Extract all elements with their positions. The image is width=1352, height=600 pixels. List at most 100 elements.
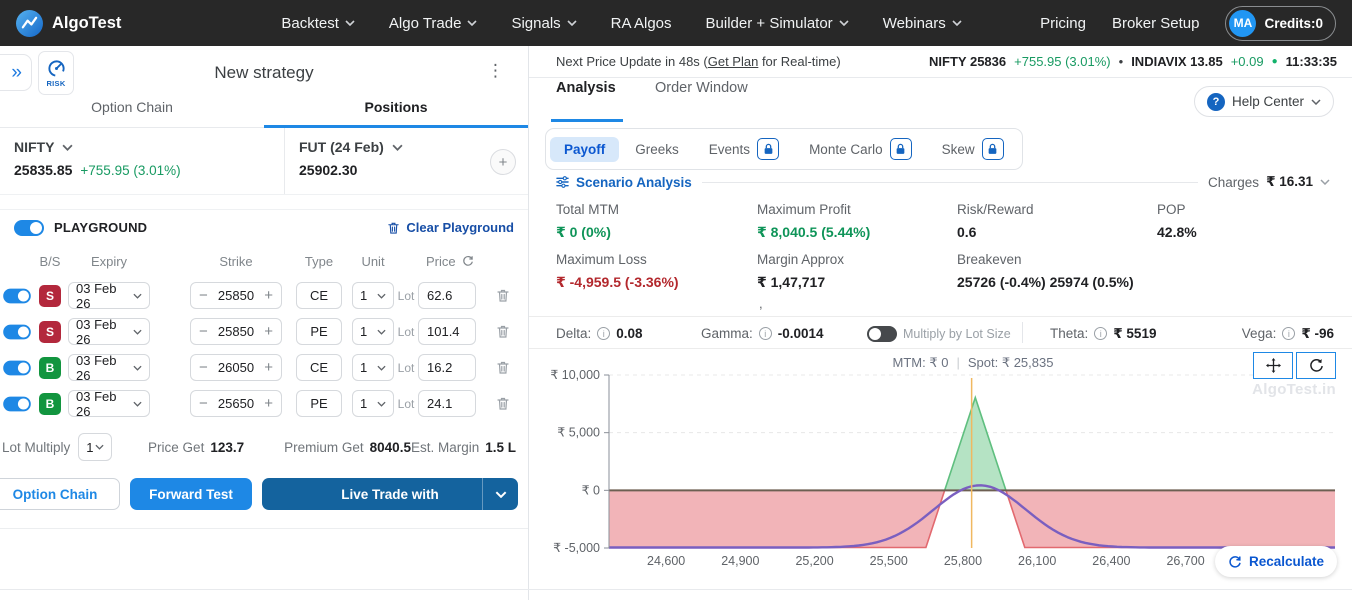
- info-icon[interactable]: i: [1094, 327, 1107, 340]
- get-plan-link[interactable]: Get Plan: [708, 54, 759, 69]
- subtab-events[interactable]: Events: [695, 133, 793, 165]
- charges-dropdown[interactable]: Charges ₹ 16.31: [1208, 174, 1330, 190]
- avatar: MA: [1229, 10, 1256, 37]
- strike-plus-button[interactable]: +: [264, 287, 273, 304]
- expiry-select[interactable]: 03 Feb 26: [68, 390, 150, 417]
- strike-plus-button[interactable]: +: [264, 323, 273, 340]
- price-input[interactable]: 24.1: [418, 390, 476, 417]
- delete-row-button[interactable]: [488, 396, 518, 411]
- tab-option-chain[interactable]: Option Chain: [0, 99, 264, 127]
- strategy-summary: Lot Multiply 1 Price Get123.7 Premium Ge…: [0, 433, 528, 461]
- lot-multiply-select[interactable]: 1: [78, 433, 112, 461]
- scenario-stats: Total MTM₹ 0 (0%) Maximum Profit₹ 8,040.…: [556, 202, 1352, 302]
- svg-text:26,700: 26,700: [1166, 554, 1204, 568]
- help-center-button[interactable]: ? Help Center: [1194, 86, 1334, 117]
- unit-select[interactable]: 1: [352, 318, 394, 345]
- forward-test-button[interactable]: Forward Test: [130, 478, 252, 510]
- subtab-skew[interactable]: Skew: [928, 133, 1018, 165]
- nav-item-label: Backtest: [281, 15, 339, 32]
- delete-row-button[interactable]: [488, 288, 518, 303]
- strike-plus-button[interactable]: +: [264, 359, 273, 376]
- subtab-monte-carlo[interactable]: Monte Carlo: [795, 133, 926, 165]
- chart-controls: [1253, 352, 1336, 379]
- strike-minus-button[interactable]: −: [199, 359, 208, 376]
- stat-pop: POP42.8%: [1157, 202, 1352, 252]
- kebab-menu-icon[interactable]: ⋮: [487, 61, 504, 81]
- svg-text:25,800: 25,800: [944, 554, 982, 568]
- collapse-panel-button[interactable]: »: [0, 54, 32, 91]
- position-toggle[interactable]: [3, 360, 31, 375]
- tab-order-window[interactable]: Order Window: [655, 80, 748, 96]
- delete-row-button[interactable]: [488, 324, 518, 339]
- side-badge[interactable]: S: [39, 321, 61, 343]
- chevron-down-icon: [495, 491, 507, 498]
- info-icon[interactable]: i: [759, 327, 772, 340]
- nav-item-builder-simulator[interactable]: Builder + Simulator: [706, 15, 849, 32]
- expiry-select[interactable]: 03 Feb 26: [68, 354, 150, 381]
- sliders-icon: [556, 176, 569, 188]
- price-input[interactable]: 62.6: [418, 282, 476, 309]
- clear-playground-button[interactable]: Clear Playground: [387, 220, 514, 235]
- option-chain-button[interactable]: Option Chain: [0, 478, 120, 510]
- multiply-lot-size-toggle[interactable]: [867, 326, 897, 342]
- option-type-button[interactable]: CE: [296, 282, 342, 309]
- credits-pill[interactable]: MA Credits:0: [1225, 6, 1336, 41]
- recalculate-button[interactable]: Recalculate: [1215, 546, 1337, 577]
- strike-plus-button[interactable]: +: [264, 395, 273, 412]
- playground-toggle[interactable]: [14, 220, 44, 236]
- reset-zoom-button[interactable]: [1296, 352, 1336, 379]
- live-trade-dropdown-button[interactable]: [482, 478, 518, 510]
- col-expiry: Expiry: [68, 254, 150, 269]
- nav-item-signals[interactable]: Signals: [511, 15, 576, 32]
- strike-minus-button[interactable]: −: [199, 287, 208, 304]
- position-toggle[interactable]: [3, 324, 31, 339]
- symbol-selector[interactable]: NIFTY: [14, 139, 284, 155]
- delete-row-button[interactable]: [488, 360, 518, 375]
- pan-button[interactable]: [1253, 352, 1293, 379]
- subtab-payoff[interactable]: Payoff: [550, 137, 619, 162]
- svg-text:25,500: 25,500: [870, 554, 908, 568]
- nav-item-backtest[interactable]: Backtest: [281, 15, 355, 32]
- live-trade-button[interactable]: Live Trade with: [262, 478, 518, 510]
- risk-button[interactable]: RISK: [38, 51, 74, 95]
- nav-item-algo-trade[interactable]: Algo Trade: [389, 15, 478, 32]
- unit-select[interactable]: 1: [352, 390, 394, 417]
- svg-text:26,400: 26,400: [1092, 554, 1130, 568]
- price-input[interactable]: 16.2: [418, 354, 476, 381]
- chart-title: MTM: ₹ 0 | Spot: ₹ 25,835: [893, 355, 1054, 371]
- expiry-select[interactable]: 03 Feb 26: [68, 282, 150, 309]
- refresh-icon[interactable]: [462, 255, 474, 267]
- nav-item-pricing[interactable]: Pricing: [1040, 15, 1086, 32]
- option-type-button[interactable]: CE: [296, 354, 342, 381]
- tab-positions[interactable]: Positions: [264, 99, 528, 127]
- nav-item-ra-algos[interactable]: RA Algos: [611, 15, 672, 32]
- side-badge[interactable]: B: [39, 393, 61, 415]
- add-instrument-button[interactable]: +: [490, 149, 516, 175]
- info-icon[interactable]: i: [597, 327, 610, 340]
- stat-breakeven: Breakeven25726 (-0.4%) 25974 (0.5%): [957, 252, 1157, 302]
- scenario-analysis-button[interactable]: Scenario Analysis: [556, 175, 692, 190]
- nav-item-label: Pricing: [1040, 15, 1086, 32]
- instrument-cell-future: FUT (24 Feb) 25902.30: [285, 128, 403, 194]
- info-icon[interactable]: i: [1282, 327, 1295, 340]
- side-badge[interactable]: B: [39, 357, 61, 379]
- option-type-button[interactable]: PE: [296, 318, 342, 345]
- nav-item-broker-setup[interactable]: Broker Setup: [1112, 15, 1200, 32]
- svg-text:₹ 0: ₹ 0: [582, 483, 600, 497]
- unit-select[interactable]: 1: [352, 354, 394, 381]
- future-selector[interactable]: FUT (24 Feb): [299, 139, 403, 155]
- expiry-select[interactable]: 03 Feb 26: [68, 318, 150, 345]
- strike-minus-button[interactable]: −: [199, 323, 208, 340]
- position-toggle[interactable]: [3, 396, 31, 411]
- bullet-separator: •: [1119, 54, 1124, 69]
- brand[interactable]: AlgoTest: [16, 10, 121, 37]
- option-type-button[interactable]: PE: [296, 390, 342, 417]
- price-input[interactable]: 101.4: [418, 318, 476, 345]
- position-toggle[interactable]: [3, 288, 31, 303]
- tab-analysis[interactable]: Analysis: [556, 80, 616, 96]
- strike-minus-button[interactable]: −: [199, 395, 208, 412]
- nav-item-webinars[interactable]: Webinars: [883, 15, 962, 32]
- unit-select[interactable]: 1: [352, 282, 394, 309]
- subtab-greeks[interactable]: Greeks: [621, 137, 693, 162]
- side-badge[interactable]: S: [39, 285, 61, 307]
